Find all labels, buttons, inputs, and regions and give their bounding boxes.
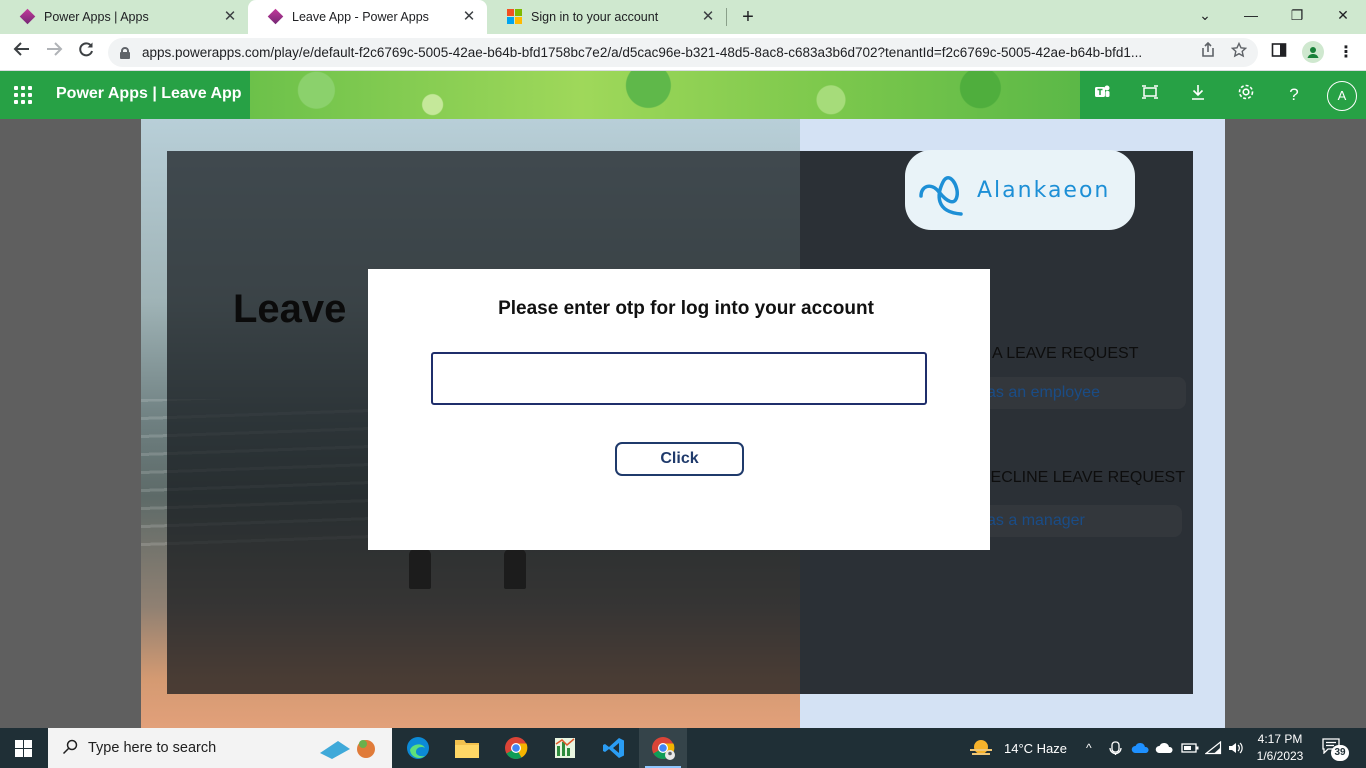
alankaeon-logo-icon bbox=[919, 175, 963, 216]
browser-tab-strip: Power Apps | Apps ✕ Leave App - Power Ap… bbox=[0, 0, 1366, 34]
teams-icon[interactable] bbox=[1090, 83, 1114, 107]
clock-date: 1/6/2023 bbox=[1256, 749, 1304, 763]
chrome-icon[interactable] bbox=[492, 728, 540, 768]
chart-app-icon[interactable] bbox=[541, 728, 589, 768]
side-panel-icon[interactable] bbox=[1271, 42, 1287, 61]
logo-text: Alankaeon bbox=[977, 177, 1111, 203]
company-logo: Alankaeon bbox=[905, 150, 1135, 230]
settings-gear-icon[interactable] bbox=[1234, 83, 1258, 107]
download-icon[interactable] bbox=[1186, 83, 1210, 107]
address-bar[interactable]: apps.powerapps.com/play/e/default-f2c676… bbox=[108, 38, 1258, 67]
tab-sign-in[interactable]: Sign in to your account ✕ bbox=[487, 0, 726, 34]
meet-now-icon[interactable] bbox=[1108, 728, 1124, 768]
tab-title: Sign in to your account bbox=[531, 10, 659, 24]
taskbar-clock[interactable]: 4:17 PM 1/6/2023 bbox=[1250, 731, 1310, 765]
share-icon[interactable] bbox=[1200, 41, 1216, 61]
employee-login-button[interactable]: as an employee bbox=[979, 377, 1186, 409]
onedrive-blue-icon[interactable] bbox=[1131, 728, 1151, 768]
forward-arrow-icon[interactable] bbox=[42, 40, 66, 64]
user-avatar[interactable]: A bbox=[1327, 81, 1357, 111]
weather-widget[interactable]: 14°C Haze bbox=[968, 728, 1067, 768]
restore-button[interactable]: ❐ bbox=[1274, 0, 1320, 30]
otp-dialog-title: Please enter otp for log into your accou… bbox=[498, 298, 874, 319]
notification-center-icon[interactable]: 39 bbox=[1322, 738, 1349, 761]
tab-power-apps[interactable]: Power Apps | Apps ✕ bbox=[0, 0, 248, 34]
person-silhouette bbox=[409, 549, 431, 589]
minimize-button[interactable]: — bbox=[1228, 0, 1274, 30]
url-text: apps.powerapps.com/play/e/default-f2c676… bbox=[142, 45, 1143, 60]
windows-taskbar: Type here to search 14°C Haze ^ 4:17 PM … bbox=[0, 728, 1366, 768]
edge-browser-icon[interactable] bbox=[394, 728, 442, 768]
person-silhouette bbox=[504, 549, 526, 589]
header-banner-image bbox=[250, 71, 1080, 119]
employee-button-label: as an employee bbox=[987, 384, 1100, 401]
haze-weather-icon bbox=[970, 740, 992, 755]
close-icon[interactable]: ✕ bbox=[222, 9, 238, 25]
tab-search-button[interactable]: ⌄ bbox=[1182, 0, 1228, 30]
browser-toolbar: apps.powerapps.com/play/e/default-f2c676… bbox=[0, 34, 1366, 71]
otp-input[interactable] bbox=[431, 352, 927, 405]
powerapps-icon bbox=[267, 8, 284, 25]
tab-separator bbox=[726, 8, 727, 26]
clock-time: 4:17 PM bbox=[1257, 732, 1303, 746]
app-heading: Leave bbox=[233, 287, 347, 331]
submit-otp-button[interactable]: Click bbox=[615, 442, 744, 476]
profile-avatar-icon[interactable] bbox=[1302, 41, 1324, 63]
weather-text: 14°C Haze bbox=[1004, 740, 1068, 756]
manager-login-button[interactable]: as a manager bbox=[979, 505, 1182, 537]
vscode-icon[interactable] bbox=[590, 728, 638, 768]
new-tab-button[interactable]: + bbox=[737, 6, 759, 29]
help-icon[interactable]: ? bbox=[1282, 83, 1306, 107]
search-placeholder: Type here to search bbox=[88, 740, 217, 756]
app-launcher-icon[interactable] bbox=[14, 86, 32, 104]
chrome-profile-icon[interactable] bbox=[639, 728, 687, 768]
reload-icon[interactable] bbox=[74, 40, 98, 64]
manager-button-label: as a manager bbox=[987, 512, 1085, 529]
file-explorer-icon[interactable] bbox=[443, 728, 491, 768]
search-highlight-illustration-icon bbox=[316, 735, 382, 761]
app-title: Power Apps | Leave App bbox=[56, 85, 242, 102]
bookmark-star-icon[interactable] bbox=[1230, 41, 1248, 61]
tab-title: Power Apps | Apps bbox=[44, 10, 149, 24]
notification-count-badge: 39 bbox=[1331, 745, 1349, 761]
taskbar-search-box[interactable]: Type here to search bbox=[48, 728, 392, 768]
show-hidden-icons-chevron-icon[interactable]: ^ bbox=[1086, 728, 1092, 768]
powerapps-icon bbox=[19, 8, 36, 25]
close-icon[interactable]: ✕ bbox=[461, 9, 477, 25]
battery-icon[interactable] bbox=[1181, 728, 1199, 768]
tab-leave-app[interactable]: Leave App - Power Apps ✕ bbox=[248, 0, 487, 34]
close-window-button[interactable]: ✕ bbox=[1320, 0, 1366, 30]
onedrive-white-icon[interactable] bbox=[1155, 728, 1175, 768]
back-arrow-icon[interactable] bbox=[10, 40, 34, 64]
menu-kebab-icon[interactable]: ⋮ bbox=[1338, 42, 1354, 62]
wifi-icon[interactable] bbox=[1205, 728, 1223, 768]
close-icon[interactable]: ✕ bbox=[700, 9, 716, 25]
fit-to-window-icon[interactable] bbox=[1138, 83, 1162, 107]
powerapps-header: Power Apps | Leave App ? A bbox=[0, 71, 1366, 119]
tab-title: Leave App - Power Apps bbox=[292, 10, 429, 24]
search-icon bbox=[62, 739, 78, 755]
lock-icon bbox=[120, 46, 130, 59]
volume-icon[interactable] bbox=[1227, 728, 1245, 768]
manager-section-label: DECLINE LEAVE REQUEST bbox=[979, 469, 1185, 486]
windows-start-icon[interactable] bbox=[15, 740, 32, 757]
otp-dialog: Please enter otp for log into your accou… bbox=[368, 269, 990, 550]
employee-section-label: T A LEAVE REQUEST bbox=[979, 345, 1139, 362]
microsoft-icon bbox=[507, 9, 523, 25]
